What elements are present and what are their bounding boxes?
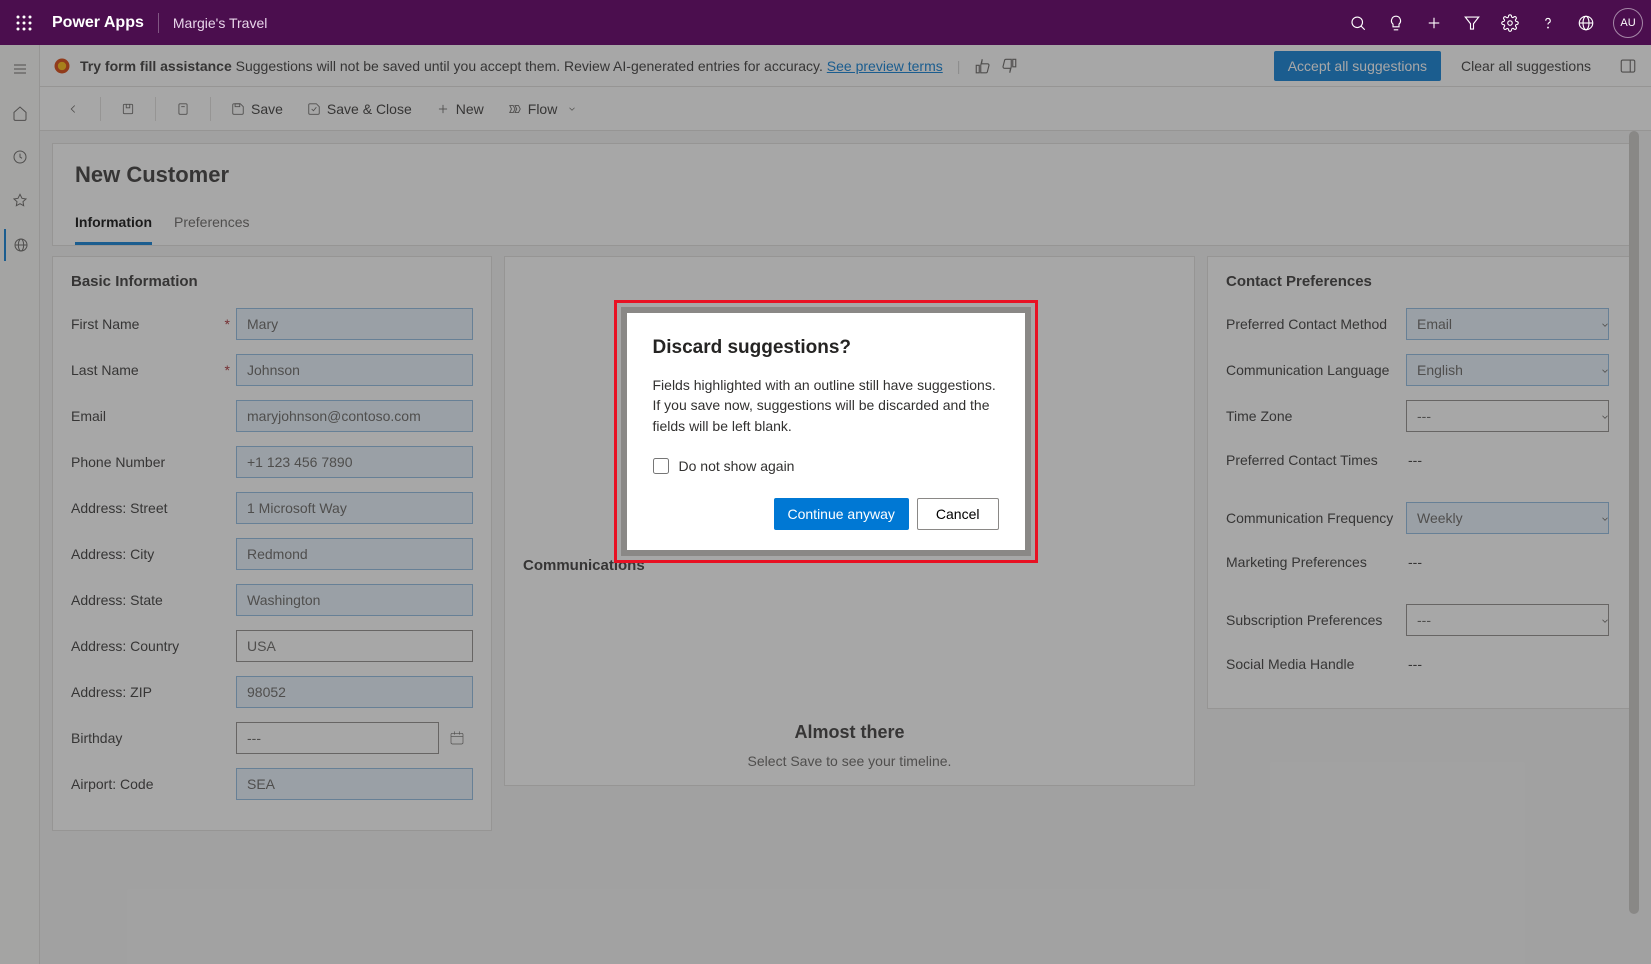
- filter-icon[interactable]: [1455, 6, 1489, 40]
- dont-show-again-checkbox[interactable]: [653, 458, 669, 474]
- cancel-button[interactable]: Cancel: [917, 498, 999, 530]
- continue-anyway-button[interactable]: Continue anyway: [774, 498, 909, 530]
- app-title: Power Apps: [52, 14, 144, 32]
- user-avatar[interactable]: AU: [1613, 8, 1643, 38]
- settings-icon[interactable]: [1493, 6, 1527, 40]
- dont-show-again-label[interactable]: Do not show again: [653, 458, 999, 474]
- dialog-highlight-box: Discard suggestions? Fields highlighted …: [614, 300, 1038, 563]
- search-icon[interactable]: [1341, 6, 1375, 40]
- environment-name[interactable]: Margie's Travel: [173, 15, 267, 31]
- help-icon[interactable]: [1531, 6, 1565, 40]
- app-launcher-icon[interactable]: [8, 7, 40, 39]
- dialog-body: Fields highlighted with an outline still…: [653, 375, 999, 436]
- discard-suggestions-dialog: Discard suggestions? Fields highlighted …: [627, 313, 1025, 550]
- lightbulb-icon[interactable]: [1379, 6, 1413, 40]
- globe-icon[interactable]: [1569, 6, 1603, 40]
- topbar: Power Apps Margie's Travel AU: [0, 0, 1651, 45]
- dialog-title: Discard suggestions?: [653, 337, 999, 359]
- divider: [158, 13, 159, 33]
- plus-icon[interactable]: [1417, 6, 1451, 40]
